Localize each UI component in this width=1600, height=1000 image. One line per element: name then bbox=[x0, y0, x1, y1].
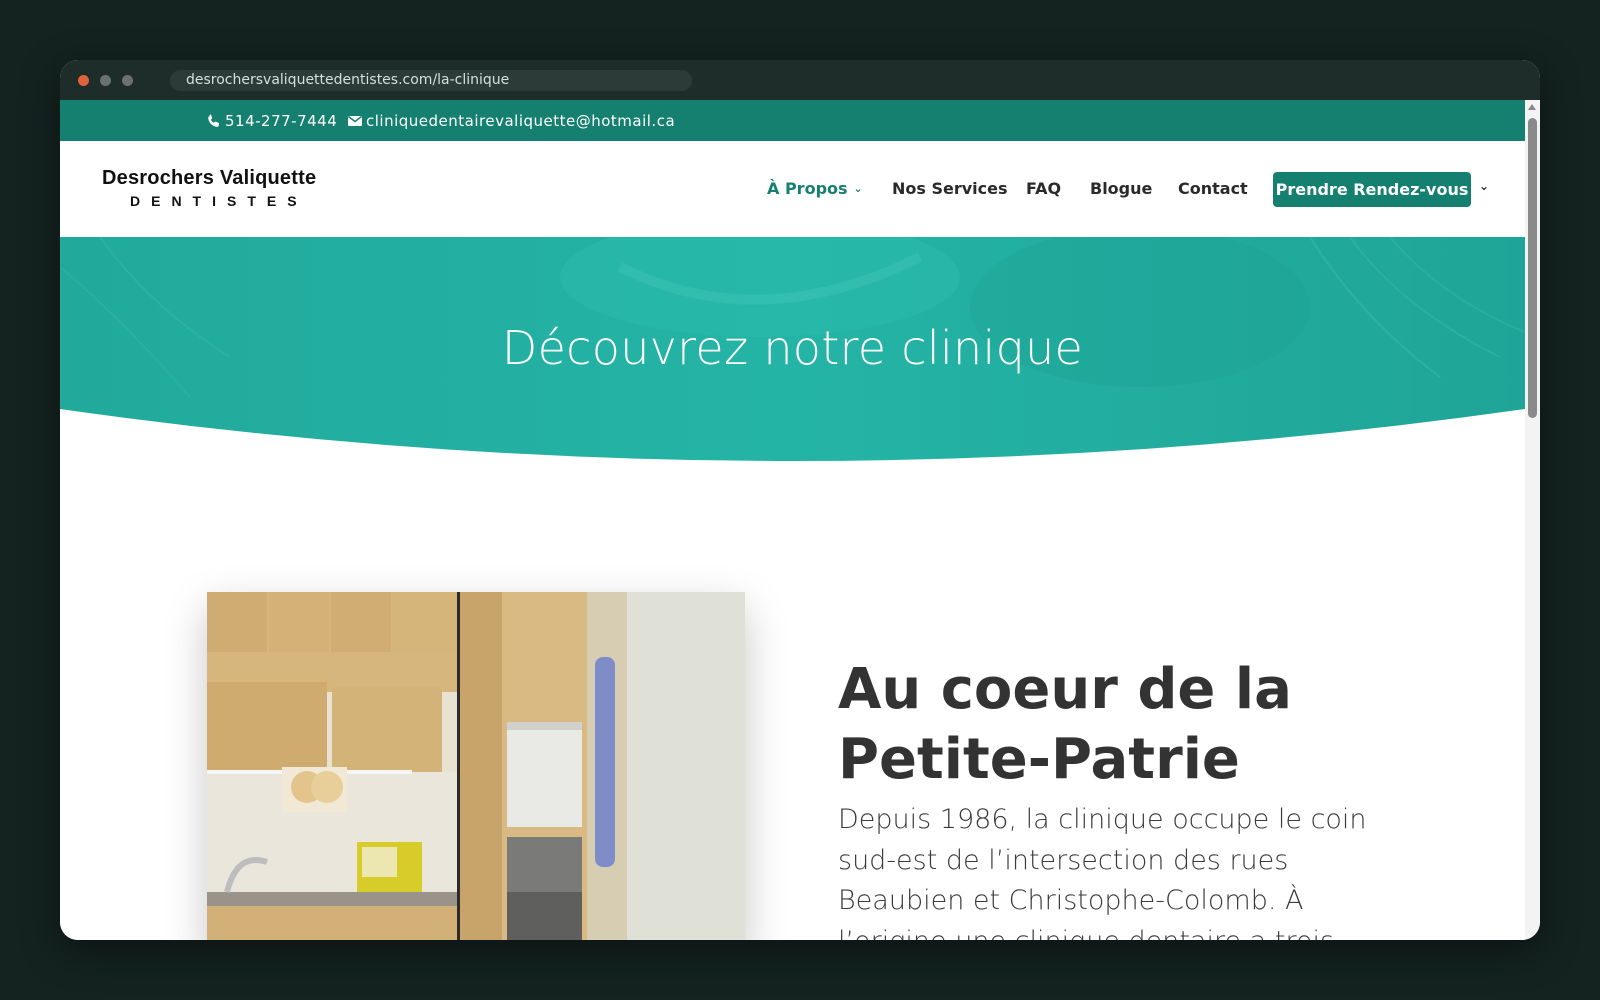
logo-name: Desrochers Valiquette bbox=[102, 167, 317, 189]
nav-item-contact[interactable]: Contact bbox=[1178, 179, 1248, 198]
section-heading: Au coeur de la Petite-Patrie bbox=[838, 657, 1292, 792]
phone-number: 514-277-7444 bbox=[225, 111, 338, 130]
scroll-thumb[interactable] bbox=[1528, 118, 1537, 418]
maximize-window-button[interactable] bbox=[122, 75, 133, 86]
chevron-down-icon[interactable]: ⌄ bbox=[1479, 179, 1489, 193]
nav-label: À Propos bbox=[767, 179, 848, 198]
book-appointment-button[interactable]: Prendre Rendez-vous bbox=[1273, 172, 1471, 207]
minimize-window-button[interactable] bbox=[100, 75, 111, 86]
nav-item-nos-services[interactable]: Nos Services bbox=[892, 179, 1008, 198]
clinic-photo-graphic bbox=[207, 592, 745, 940]
site-header: Desrochers Valiquette DENTISTES À Propos… bbox=[60, 141, 1525, 237]
browser-window: desrochersvaliquettedentistes.com/la-cli… bbox=[60, 60, 1540, 940]
web-page: 514-277-7444 cliniquedentairevaliquette@… bbox=[60, 100, 1525, 940]
section-text: Depuis 1986, la clinique occupe le coin … bbox=[838, 804, 1367, 940]
nav-item-a-propos[interactable]: À Propos ⌄ bbox=[767, 179, 863, 198]
page-scrollbar[interactable] bbox=[1525, 100, 1540, 940]
hero-title: Découvrez notre clinique bbox=[501, 321, 1084, 375]
close-window-button[interactable] bbox=[78, 75, 89, 86]
email-address: cliniquedentairevaliquette@hotmail.ca bbox=[366, 111, 676, 130]
phone-link[interactable]: 514-277-7444 bbox=[206, 100, 337, 141]
clinic-photo bbox=[207, 592, 745, 940]
address-bar[interactable]: desrochersvaliquettedentistes.com/la-cli… bbox=[170, 70, 692, 91]
mail-icon bbox=[348, 115, 362, 126]
hero-banner: Découvrez notre clinique bbox=[60, 237, 1525, 477]
contact-bar: 514-277-7444 cliniquedentairevaliquette@… bbox=[60, 100, 1525, 141]
email-link[interactable]: cliniquedentairevaliquette@hotmail.ca bbox=[347, 100, 675, 141]
chevron-down-icon: ⌄ bbox=[853, 182, 863, 195]
logo-subtitle: DENTISTES bbox=[130, 193, 308, 209]
phone-icon bbox=[208, 114, 220, 127]
nav-item-faq[interactable]: FAQ bbox=[1026, 179, 1061, 198]
browser-chrome: desrochersvaliquettedentistes.com/la-cli… bbox=[60, 60, 1540, 100]
scroll-up-arrow-icon[interactable] bbox=[1528, 104, 1536, 110]
nav-item-blogue[interactable]: Blogue bbox=[1090, 179, 1152, 198]
